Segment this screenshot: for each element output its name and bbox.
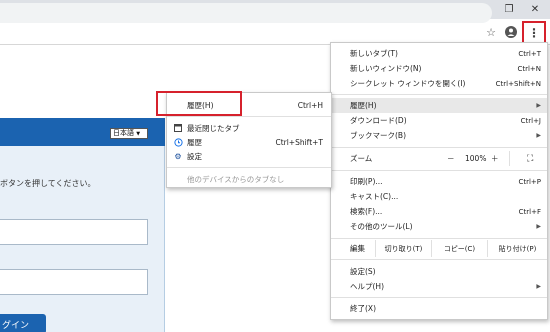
gear-icon: ⚙ — [174, 151, 182, 161]
submenu-item-no-other-devices: 他のデバイスからのタブなし — [167, 172, 331, 186]
menu-item-label: 設定(S) — [350, 267, 376, 276]
menu-item-label: 印刷(P)... — [350, 177, 383, 186]
language-select-value: 日本語 — [113, 129, 134, 137]
menu-divider — [331, 94, 547, 95]
menu-item-label: 新しいタブ(T) — [350, 49, 398, 58]
chrome-main-menu: 新しいタブ(T) Ctrl+T 新しいウィンドウ(N) Ctrl+N シークレット … — [330, 42, 548, 320]
menu-item-label: 履歴(H) — [350, 101, 377, 110]
history-icon — [173, 137, 183, 147]
history-highlight-box — [156, 91, 242, 116]
zoom-level: 100% — [465, 154, 487, 163]
menu-item-shortcut: Ctrl+T — [518, 49, 541, 58]
menu-item-label: ブックマーク(B) — [350, 131, 406, 140]
menu-item-label: 他のデバイスからのタブなし — [187, 174, 285, 184]
login-button[interactable]: グイン — [0, 314, 46, 332]
menu-item-shortcut: Ctrl+Shift+T — [275, 137, 323, 147]
menu-item-find[interactable]: 検索(F)... Ctrl+F — [331, 204, 547, 219]
submenu-item-recently-closed: 最近閉じたタブ — [167, 121, 331, 135]
menu-divider — [167, 116, 331, 117]
submenu-item-recent-history[interactable]: 履歴 Ctrl+Shift+T — [167, 135, 331, 149]
menu-item-print[interactable]: 印刷(P)... Ctrl+P — [331, 174, 547, 189]
menu-item-label: 新しいウィンドウ(N) — [350, 64, 422, 73]
cut-button[interactable]: 切り取り(T) — [375, 240, 431, 257]
menu-item-shortcut: Ctrl+F — [518, 207, 541, 216]
menu-item-incognito[interactable]: シークレット ウィンドウを開く(I) Ctrl+Shift+N — [331, 76, 547, 91]
menu-item-label: ヘルプ(H) — [350, 282, 384, 291]
menu-item-history[interactable]: 履歴(H) ▶ — [331, 98, 547, 113]
menu-item-shortcut: Ctrl+Shift+N — [495, 79, 541, 88]
bookmark-star-icon[interactable]: ☆ — [482, 23, 500, 41]
zoom-in-button[interactable]: ＋ — [491, 153, 499, 164]
menu-item-bookmarks[interactable]: ブックマーク(B) ▶ — [331, 128, 547, 143]
profile-icon[interactable] — [502, 23, 520, 41]
language-select[interactable]: 日本語 ▼ — [110, 128, 148, 139]
menu-item-settings[interactable]: 設定(S) — [331, 264, 547, 279]
login-instruction: ボタンを押してください。 — [0, 179, 96, 188]
menu-item-label: キャスト(C)... — [350, 192, 399, 201]
menu-item-shortcut: Ctrl+N — [517, 64, 541, 73]
submenu-arrow-icon: ▶ — [536, 102, 541, 109]
menu-divider — [331, 238, 547, 239]
fullscreen-icon[interactable]: ⛶ — [527, 154, 533, 164]
menu-item-new-tab[interactable]: 新しいタブ(T) Ctrl+T — [331, 46, 547, 61]
menu-item-label: 終了(X) — [350, 304, 376, 313]
address-bar[interactable] — [0, 3, 492, 23]
submenu-arrow-icon: ▶ — [536, 132, 541, 139]
copy-button[interactable]: コピー(C) — [431, 240, 487, 257]
menu-divider — [331, 147, 547, 148]
chevron-down-icon: ▼ — [136, 131, 141, 137]
menu-item-exit[interactable]: 終了(X) — [331, 301, 547, 316]
menu-item-label: ズーム — [350, 154, 373, 163]
menu-item-shortcut: Ctrl+P — [518, 177, 541, 186]
menu-divider — [167, 167, 331, 168]
menu-item-shortcut: Ctrl+H — [297, 100, 323, 110]
user-id-field[interactable] — [0, 219, 148, 245]
menu-item-downloads[interactable]: ダウンロード(D) Ctrl+J — [331, 113, 547, 128]
password-field[interactable] — [0, 269, 148, 295]
restore-icon[interactable]: ❐ — [496, 0, 522, 19]
menu-divider — [331, 170, 547, 171]
menu-item-label: 最近閉じたタブ — [187, 123, 240, 133]
menu-item-zoom: ズーム － 100% ＋ ⛶ — [331, 151, 547, 166]
submenu-arrow-icon: ▶ — [536, 223, 541, 230]
submenu-item-settings[interactable]: ⚙ 設定 — [167, 149, 331, 163]
menu-item-cast[interactable]: キャスト(C)... — [331, 189, 547, 204]
menu-item-label: ダウンロード(D) — [350, 116, 407, 125]
zoom-out-button[interactable]: － — [447, 153, 455, 164]
menu-item-label: 履歴 — [187, 137, 202, 147]
menu-divider — [331, 297, 547, 298]
menu-item-shortcut: Ctrl+J — [520, 116, 541, 125]
menu-item-label: 設定 — [187, 151, 202, 161]
menu-item-help[interactable]: ヘルプ(H) ▶ — [331, 279, 547, 294]
paste-button[interactable]: 貼り付け(P) — [487, 240, 547, 257]
menu-item-label: 検索(F)... — [350, 207, 383, 216]
menu-divider — [331, 259, 547, 260]
menu-item-label: その他のツール(L) — [350, 222, 413, 231]
tab-icon — [173, 123, 183, 133]
menu-item-more-tools[interactable]: その他のツール(L) ▶ — [331, 219, 547, 234]
menu-item-new-window[interactable]: 新しいウィンドウ(N) Ctrl+N — [331, 61, 547, 76]
close-icon[interactable]: ✕ — [522, 0, 548, 19]
submenu-arrow-icon: ▶ — [536, 283, 541, 290]
menu-item-label: シークレット ウィンドウを開く(I) — [350, 79, 466, 88]
